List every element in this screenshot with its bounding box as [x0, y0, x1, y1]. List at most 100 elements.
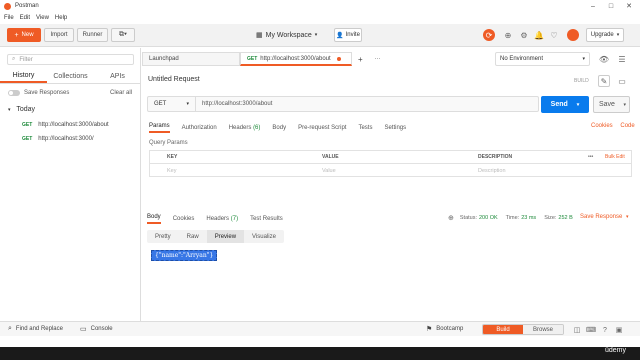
- chevron-down-icon: ▾: [616, 32, 620, 38]
- workspace-selector[interactable]: ▦ My Workspace ▾: [256, 28, 317, 42]
- sync-icon[interactable]: ⟳: [483, 29, 495, 41]
- new-window-button[interactable]: ⧉▾: [111, 28, 135, 42]
- tab-response-cookies[interactable]: Cookies: [173, 216, 195, 222]
- settings-sliders-icon[interactable]: ☰: [616, 53, 628, 65]
- avatar[interactable]: [567, 29, 579, 41]
- maximize-icon[interactable]: □: [602, 0, 620, 12]
- tab-response-headers[interactable]: Headers (7): [206, 216, 238, 222]
- unsaved-dot-icon: [336, 56, 341, 61]
- tab-headers[interactable]: Headers (6): [229, 125, 261, 131]
- method-label: GET: [154, 101, 167, 107]
- tab-body[interactable]: Body: [272, 125, 286, 131]
- column-key: KEY: [167, 154, 178, 160]
- new-button[interactable]: + New: [7, 28, 41, 42]
- bell-icon[interactable]: 🔔: [533, 29, 545, 41]
- tab-tests[interactable]: Tests: [358, 125, 372, 131]
- help-icon[interactable]: ?: [599, 324, 611, 336]
- console-icon: ▭: [80, 326, 87, 333]
- save-button[interactable]: Save ▾: [593, 96, 630, 113]
- tab-label: Body: [272, 125, 287, 131]
- view-raw[interactable]: Raw: [179, 230, 207, 243]
- save-responses-toggle[interactable]: Save Responses: [8, 90, 69, 96]
- history-item[interactable]: GET http://localhost:3000/: [22, 136, 94, 142]
- console-button[interactable]: ▭ Console: [80, 325, 113, 333]
- tab-label: Body: [147, 214, 161, 220]
- table-header-row: KEY VALUE DESCRIPTION ••• Bulk Edit: [150, 151, 631, 164]
- globe-icon: ⊕: [448, 215, 454, 222]
- menu-view[interactable]: View: [36, 15, 49, 21]
- clear-all-button[interactable]: Clear all: [110, 90, 132, 96]
- close-icon[interactable]: ✕: [620, 0, 638, 12]
- url-input[interactable]: http://localhost:3000/about: [196, 101, 272, 107]
- request-option-tabs: Params Authorization Headers (6) Body Pr…: [149, 122, 418, 134]
- tab-pre-request-script[interactable]: Pre-request Script: [298, 125, 346, 131]
- two-pane-icon[interactable]: ◫: [571, 324, 583, 336]
- environment-select[interactable]: No Environment ▾: [495, 52, 590, 66]
- filter-placeholder: Filter: [19, 56, 33, 63]
- tab-test-results[interactable]: Test Results: [250, 216, 283, 222]
- tab-apis[interactable]: APIs: [94, 70, 141, 83]
- history-item[interactable]: GET http://localhost:3000/about: [22, 122, 109, 128]
- tab-settings[interactable]: Settings: [384, 125, 406, 131]
- save-response-label: Save Response: [580, 214, 623, 220]
- method-select[interactable]: GET ▾: [148, 97, 196, 111]
- add-tab-button[interactable]: +: [352, 52, 369, 66]
- layout-icon[interactable]: ▣: [613, 324, 625, 336]
- tab-response-body[interactable]: Body: [147, 214, 161, 224]
- filter-input[interactable]: ⌕ Filter: [7, 54, 134, 65]
- save-response-button[interactable]: Save Response ▾: [580, 214, 629, 220]
- view-visualize[interactable]: Visualize: [244, 230, 284, 243]
- view-pretty[interactable]: Pretty: [147, 230, 179, 243]
- value-input[interactable]: Value: [322, 168, 336, 174]
- send-button[interactable]: Send ▾: [541, 96, 589, 113]
- code-link[interactable]: Code: [620, 123, 634, 129]
- query-params-heading: Query Params: [149, 140, 188, 146]
- menu-edit[interactable]: Edit: [20, 15, 30, 21]
- keyboard-icon[interactable]: ⌨: [585, 324, 597, 336]
- params-table: KEY VALUE DESCRIPTION ••• Bulk Edit Key …: [149, 150, 632, 177]
- toggle-switch[interactable]: [8, 90, 20, 96]
- menu-file[interactable]: File: [4, 15, 14, 21]
- view-preview[interactable]: Preview: [206, 230, 245, 243]
- history-group-today[interactable]: ▾ Today: [8, 106, 35, 113]
- size-value: 252 B: [558, 215, 573, 221]
- runner-button[interactable]: Runner: [77, 28, 108, 42]
- plus-icon: +: [14, 31, 19, 39]
- tab-params[interactable]: Params: [149, 123, 170, 133]
- browse-mode-button[interactable]: Browse: [523, 325, 563, 334]
- menu-help[interactable]: Help: [55, 15, 67, 21]
- response-body[interactable]: {"name":"Arryan"}: [151, 250, 218, 261]
- eye-icon[interactable]: 👁: [598, 53, 610, 65]
- header-toolbar: + New Import Runner ⧉▾ ▦ My Workspace ▾ …: [0, 24, 640, 47]
- tab-history[interactable]: History: [0, 70, 47, 83]
- comment-icon[interactable]: ▭: [616, 75, 628, 87]
- invite-button[interactable]: 👤 Invite: [334, 28, 362, 42]
- find-replace-button[interactable]: ⌕ Find and Replace: [8, 325, 63, 333]
- table-row: Key Value Description: [150, 164, 631, 177]
- chevron-down-icon: ▾: [186, 101, 189, 107]
- edit-icon[interactable]: ✎: [598, 75, 610, 87]
- interceptor-icon[interactable]: ⊕: [502, 29, 514, 41]
- tab-collections[interactable]: Collections: [47, 70, 94, 83]
- more-options-icon[interactable]: •••: [588, 154, 593, 160]
- tab-authorization[interactable]: Authorization: [182, 125, 217, 131]
- request-title[interactable]: Untitled Request: [148, 76, 200, 83]
- description-input[interactable]: Description: [478, 168, 506, 174]
- import-button[interactable]: Import: [44, 28, 74, 42]
- heart-icon[interactable]: ♡: [548, 29, 560, 41]
- size-label: Size:: [544, 215, 557, 221]
- bulk-edit-link[interactable]: Bulk Edit: [605, 154, 625, 160]
- tab-options-button[interactable]: ···: [369, 52, 387, 66]
- tab-label: Tests: [358, 125, 373, 131]
- build-mode-button[interactable]: Build: [483, 325, 523, 334]
- tab-active-request[interactable]: GET http://localhost:3000/about: [240, 52, 352, 66]
- key-input[interactable]: Key: [167, 168, 176, 174]
- cookies-link[interactable]: Cookies: [591, 123, 613, 129]
- tab-count: (6): [253, 125, 261, 131]
- wrench-icon[interactable]: ⚙: [518, 29, 530, 41]
- minimize-icon[interactable]: –: [584, 0, 602, 12]
- chevron-down-icon: ▾: [623, 101, 626, 108]
- upgrade-button[interactable]: Upgrade ▾: [586, 28, 624, 42]
- tab-launchpad[interactable]: Launchpad: [142, 52, 240, 66]
- bootcamp-button[interactable]: ⚑ Bootcamp: [426, 325, 463, 333]
